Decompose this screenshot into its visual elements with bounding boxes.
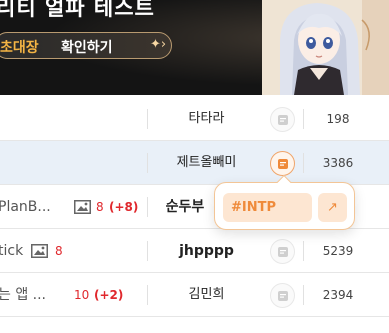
image-attachment-icon <box>74 200 91 214</box>
author-name[interactable]: 순두부 <box>155 185 215 229</box>
view-count: 2394 <box>322 288 354 302</box>
author-name[interactable]: 타타라 <box>155 97 258 141</box>
mbti-popup: #INTP ↗ <box>214 174 355 230</box>
comment-count[interactable]: 8 <box>55 229 63 273</box>
banner-title: 리티 얼파 테스트 <box>0 0 155 20</box>
new-comment-count: (+8) <box>109 200 139 214</box>
view-count: 198 <box>326 112 350 126</box>
memo-icon <box>278 159 288 169</box>
view-count: 3386 <box>322 156 354 170</box>
column-divider <box>303 153 304 173</box>
memo-icon <box>278 291 288 301</box>
new-comment-count: (+2) <box>94 288 124 302</box>
post-title-link[interactable]: PlanB... <box>0 185 68 229</box>
post-title-link[interactable]: tick <box>0 229 28 273</box>
table-row[interactable]: tick 8 jhpppp 5239 <box>0 229 389 273</box>
mbti-tag-button[interactable]: #INTP <box>223 193 312 222</box>
column-divider <box>147 241 148 261</box>
column-divider <box>303 241 304 261</box>
mbti-badge-button[interactable] <box>270 107 295 132</box>
column-divider <box>303 285 304 305</box>
column-divider <box>147 109 148 129</box>
author-name[interactable]: jhpppp <box>155 229 258 273</box>
memo-icon <box>278 247 288 257</box>
column-divider <box>147 153 148 173</box>
image-attachment-icon <box>31 244 48 258</box>
arrow-up-right-icon[interactable]: ↗ <box>318 193 347 222</box>
table-row[interactable]: 제트올빼미 3386 <box>0 141 389 185</box>
column-divider <box>303 109 304 129</box>
mbti-badge-button[interactable] <box>270 283 295 308</box>
comment-count[interactable]: 8 <box>96 185 104 229</box>
view-count: 5239 <box>322 244 354 258</box>
promo-banner[interactable]: 리티 얼파 테스트 초대장 확인하기 ✦› <box>0 0 389 95</box>
table-row[interactable]: 는 앱 ... 10 (+2) 김민희 2394 <box>0 273 389 317</box>
table-row[interactable]: 타타라 198 <box>0 97 389 141</box>
cta-highlight: 초대장 <box>0 40 39 56</box>
mbti-badge-button[interactable] <box>270 151 295 176</box>
memo-icon <box>278 115 288 125</box>
author-name[interactable]: 제트올빼미 <box>155 141 258 185</box>
sparkle-arrow-icon: ✦› <box>149 37 167 52</box>
author-name[interactable]: 김민희 <box>155 273 258 317</box>
post-title-link[interactable]: 는 앱 ... <box>0 273 62 317</box>
comment-count[interactable]: 10 <box>74 273 89 317</box>
column-divider <box>147 285 148 305</box>
mbti-badge-button[interactable] <box>270 239 295 264</box>
cta-label: 확인하기 <box>61 40 113 56</box>
anime-character-illustration <box>262 0 389 95</box>
column-divider <box>147 197 148 217</box>
